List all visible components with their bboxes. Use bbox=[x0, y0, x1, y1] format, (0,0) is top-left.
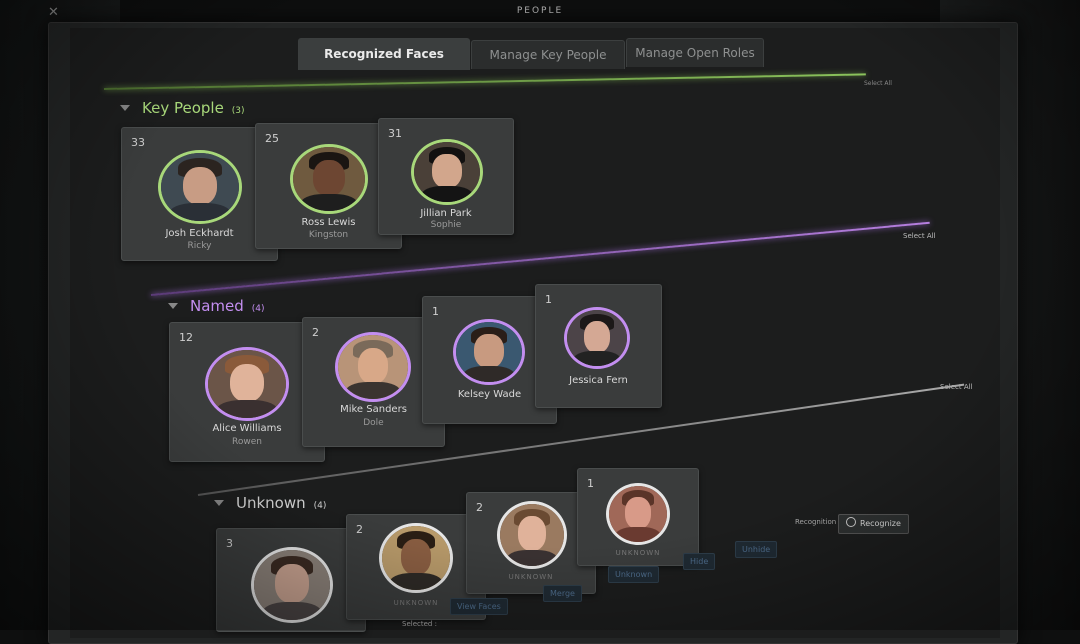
tab-recognized-faces[interactable]: Recognized Faces bbox=[298, 38, 470, 70]
person-name: Jessica Fern bbox=[569, 375, 628, 386]
person-icon bbox=[846, 517, 856, 527]
named-header[interactable]: Named (4) bbox=[168, 297, 265, 315]
avatar bbox=[335, 332, 411, 402]
tab-manage-open-roles[interactable]: Manage Open Roles bbox=[626, 38, 764, 67]
person-name: UNKNOWN bbox=[508, 573, 554, 581]
section-title: Named bbox=[190, 297, 244, 315]
avatar bbox=[290, 144, 368, 214]
face-count: 1 bbox=[587, 477, 594, 490]
person-role: Sophie bbox=[430, 220, 462, 230]
section-count: (3) bbox=[231, 106, 245, 116]
face-count: 33 bbox=[131, 136, 145, 149]
face-count: 2 bbox=[312, 326, 319, 339]
avatar bbox=[205, 347, 289, 421]
face-count: 25 bbox=[265, 132, 279, 145]
person-name: Jillian Park bbox=[420, 208, 472, 219]
person-card[interactable]: 1 Jessica Fern bbox=[535, 284, 662, 408]
key-people-select-all[interactable]: Select All bbox=[903, 232, 936, 240]
section-title: Unknown bbox=[236, 494, 306, 512]
section-count: (4) bbox=[251, 304, 265, 314]
tab-manage-key-people[interactable]: Manage Key People bbox=[471, 40, 625, 69]
person-name: Josh Eckhardt bbox=[165, 228, 234, 239]
face-count: 31 bbox=[388, 127, 402, 140]
recognition-label: Recognition : bbox=[795, 518, 841, 526]
avatar bbox=[411, 139, 483, 205]
face-count: 1 bbox=[432, 305, 439, 318]
recognize-button[interactable]: Recognize bbox=[838, 514, 909, 534]
key-people-header[interactable]: Key People (3) bbox=[120, 99, 245, 117]
collapse-triangle-icon[interactable] bbox=[120, 105, 130, 111]
avatar bbox=[497, 501, 567, 569]
face-count: 12 bbox=[179, 331, 193, 344]
face-count: 2 bbox=[356, 523, 363, 536]
hide-button[interactable]: Hide bbox=[683, 553, 716, 570]
window-title: PEOPLE bbox=[516, 6, 564, 16]
avatar bbox=[453, 319, 525, 385]
avatar bbox=[564, 307, 630, 369]
person-card[interactable]: 31 Jillian Park Sophie bbox=[378, 118, 514, 235]
face-count: 3 bbox=[226, 537, 233, 550]
unhide-button[interactable]: Unhide bbox=[735, 541, 778, 558]
person-role: Ricky bbox=[187, 241, 212, 251]
person-card[interactable]: 3 bbox=[216, 528, 366, 632]
person-role: Rowen bbox=[232, 437, 262, 447]
avatar bbox=[379, 523, 453, 593]
merge-button[interactable]: Merge bbox=[543, 585, 582, 602]
section-title: Key People bbox=[142, 99, 224, 117]
collapse-triangle-icon[interactable] bbox=[214, 500, 224, 506]
person-card[interactable]: 1 UNKNOWN bbox=[577, 468, 699, 566]
person-name: Alice Williams bbox=[212, 423, 282, 434]
recognize-label: Recognize bbox=[860, 519, 901, 528]
collapse-triangle-icon[interactable] bbox=[168, 303, 178, 309]
avatar bbox=[158, 150, 242, 224]
face-count: 2 bbox=[476, 501, 483, 514]
unknown-button[interactable]: Unknown bbox=[608, 566, 660, 583]
select-all-link[interactable]: Select All bbox=[864, 80, 892, 87]
view-faces-button[interactable]: View Faces bbox=[450, 598, 508, 615]
person-name: UNKNOWN bbox=[615, 549, 661, 557]
avatar bbox=[251, 547, 333, 623]
avatar bbox=[606, 483, 670, 545]
unknown-header[interactable]: Unknown (4) bbox=[214, 494, 326, 512]
section-count: (4) bbox=[313, 501, 327, 511]
selected-label: Selected : bbox=[402, 620, 437, 628]
face-count: 1 bbox=[545, 293, 552, 306]
